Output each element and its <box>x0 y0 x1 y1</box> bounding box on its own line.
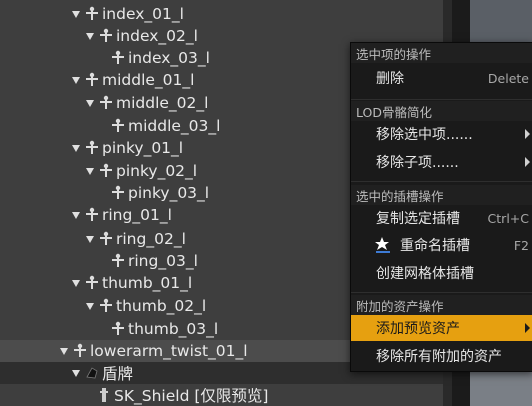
bone-icon <box>112 118 124 132</box>
bone-icon <box>112 50 124 64</box>
bone-icon <box>112 321 124 335</box>
menu-item-label: 移除选中项...... <box>376 127 473 143</box>
context-menu: 选中项的操作 删除 Delete LOD骨骼简化 移除选中项...... 移除子… <box>350 42 532 372</box>
tree-row-label: ring_03_l <box>128 252 198 270</box>
tree-row-label: index_01_l <box>102 5 184 23</box>
expand-arrow-icon[interactable] <box>72 144 80 152</box>
shortcut-label: F2 <box>513 237 529 253</box>
bone-icon <box>86 6 98 20</box>
separator <box>351 181 532 182</box>
socket-icon <box>86 367 98 379</box>
tree-row-label: pinky_01_l <box>102 139 184 157</box>
tree-row-label: middle_02_l <box>116 94 209 112</box>
expand-arrow-icon[interactable] <box>86 302 94 310</box>
tree-row-label: thumb_02_l <box>116 297 207 315</box>
expand-arrow-icon[interactable] <box>86 167 94 175</box>
tree-row-label: middle_03_l <box>128 117 221 135</box>
section-header-attached-ops: 附加的资产操作 <box>351 295 532 315</box>
expand-arrow-icon[interactable] <box>72 279 80 287</box>
tree-row-label: index_02_l <box>116 27 198 45</box>
menu-item-add-preview-asset[interactable]: 添加预览资产 <box>351 315 532 341</box>
bone-icon <box>100 28 112 42</box>
bone-icon <box>86 140 98 154</box>
tree-row-label: pinky_02_l <box>116 162 198 180</box>
menu-item-remove-selected[interactable]: 移除选中项...... <box>351 121 532 147</box>
rename-icon <box>375 237 390 253</box>
section-header-socket-ops: 选中的插槽操作 <box>351 185 532 205</box>
separator <box>351 292 532 293</box>
bone-icon <box>86 72 98 86</box>
bone-icon <box>100 163 112 177</box>
menu-item-copy-socket[interactable]: 复制选定插槽 Ctrl+C <box>351 205 532 231</box>
submenu-arrow-icon <box>525 129 530 139</box>
menu-item-label: 创建网格体插槽 <box>376 266 474 282</box>
section-header-selected-ops: 选中项的操作 <box>351 43 532 63</box>
tree-row-label: 盾牌 <box>102 365 134 383</box>
tree-row-label: index_03_l <box>128 49 210 67</box>
separator <box>351 99 532 100</box>
expand-arrow-icon[interactable] <box>72 369 80 377</box>
section-header-lod: LOD骨骼简化 <box>351 101 532 121</box>
menu-item-rename-socket[interactable]: 重命名插槽 F2 <box>351 232 532 258</box>
shortcut-label: Delete <box>487 70 529 86</box>
bone-icon <box>74 343 86 357</box>
expand-arrow-icon[interactable] <box>72 211 80 219</box>
mesh-icon <box>100 388 108 402</box>
expand-arrow-icon[interactable] <box>86 99 94 107</box>
submenu-arrow-icon <box>525 157 530 167</box>
menu-item-label: 复制选定插槽 <box>376 211 460 227</box>
menu-item-label: 移除所有附加的资产 <box>376 349 502 365</box>
tree-row[interactable]: index_01_l <box>0 3 512 25</box>
expand-arrow-icon[interactable] <box>86 32 94 40</box>
shortcut-label: Ctrl+C <box>487 210 529 226</box>
expand-arrow-icon[interactable] <box>72 10 80 18</box>
expand-arrow-icon[interactable] <box>60 347 68 355</box>
menu-item-label: 删除 <box>376 71 404 87</box>
tree-row-label: ring_01_l <box>102 206 172 224</box>
bone-icon <box>112 185 124 199</box>
expand-arrow-icon[interactable] <box>72 76 80 84</box>
tree-row-label: ring_02_l <box>116 230 186 248</box>
tree-row-label: pinky_03_l <box>128 184 210 202</box>
tree-row-label: middle_01_l <box>102 71 195 89</box>
tree-row-label: SK_Shield [仅限预览] <box>114 387 269 405</box>
menu-item-delete[interactable]: 删除 Delete <box>351 65 532 91</box>
tree-row-label: thumb_03_l <box>128 320 219 338</box>
menu-item-label: 重命名插槽 <box>400 238 470 254</box>
bone-icon <box>100 231 112 245</box>
menu-item-label: 移除子项...... <box>376 155 459 171</box>
bone-icon <box>100 95 112 109</box>
tree-row-label: thumb_01_l <box>102 274 193 292</box>
submenu-arrow-icon <box>525 323 530 333</box>
bone-icon <box>100 298 112 312</box>
expand-arrow-icon[interactable] <box>86 235 94 243</box>
viewport-preview-top <box>470 0 532 44</box>
menu-item-label: 添加预览资产 <box>376 321 460 337</box>
menu-item-remove-children[interactable]: 移除子项...... <box>351 149 532 175</box>
tree-row-label: lowerarm_twist_01_l <box>90 342 248 360</box>
bone-icon <box>112 253 124 267</box>
menu-item-create-mesh-socket[interactable]: 创建网格体插槽 <box>351 260 532 286</box>
bone-icon <box>86 275 98 289</box>
bone-icon <box>86 207 98 221</box>
menu-item-remove-all-attached[interactable]: 移除所有附加的资产 <box>351 343 532 369</box>
